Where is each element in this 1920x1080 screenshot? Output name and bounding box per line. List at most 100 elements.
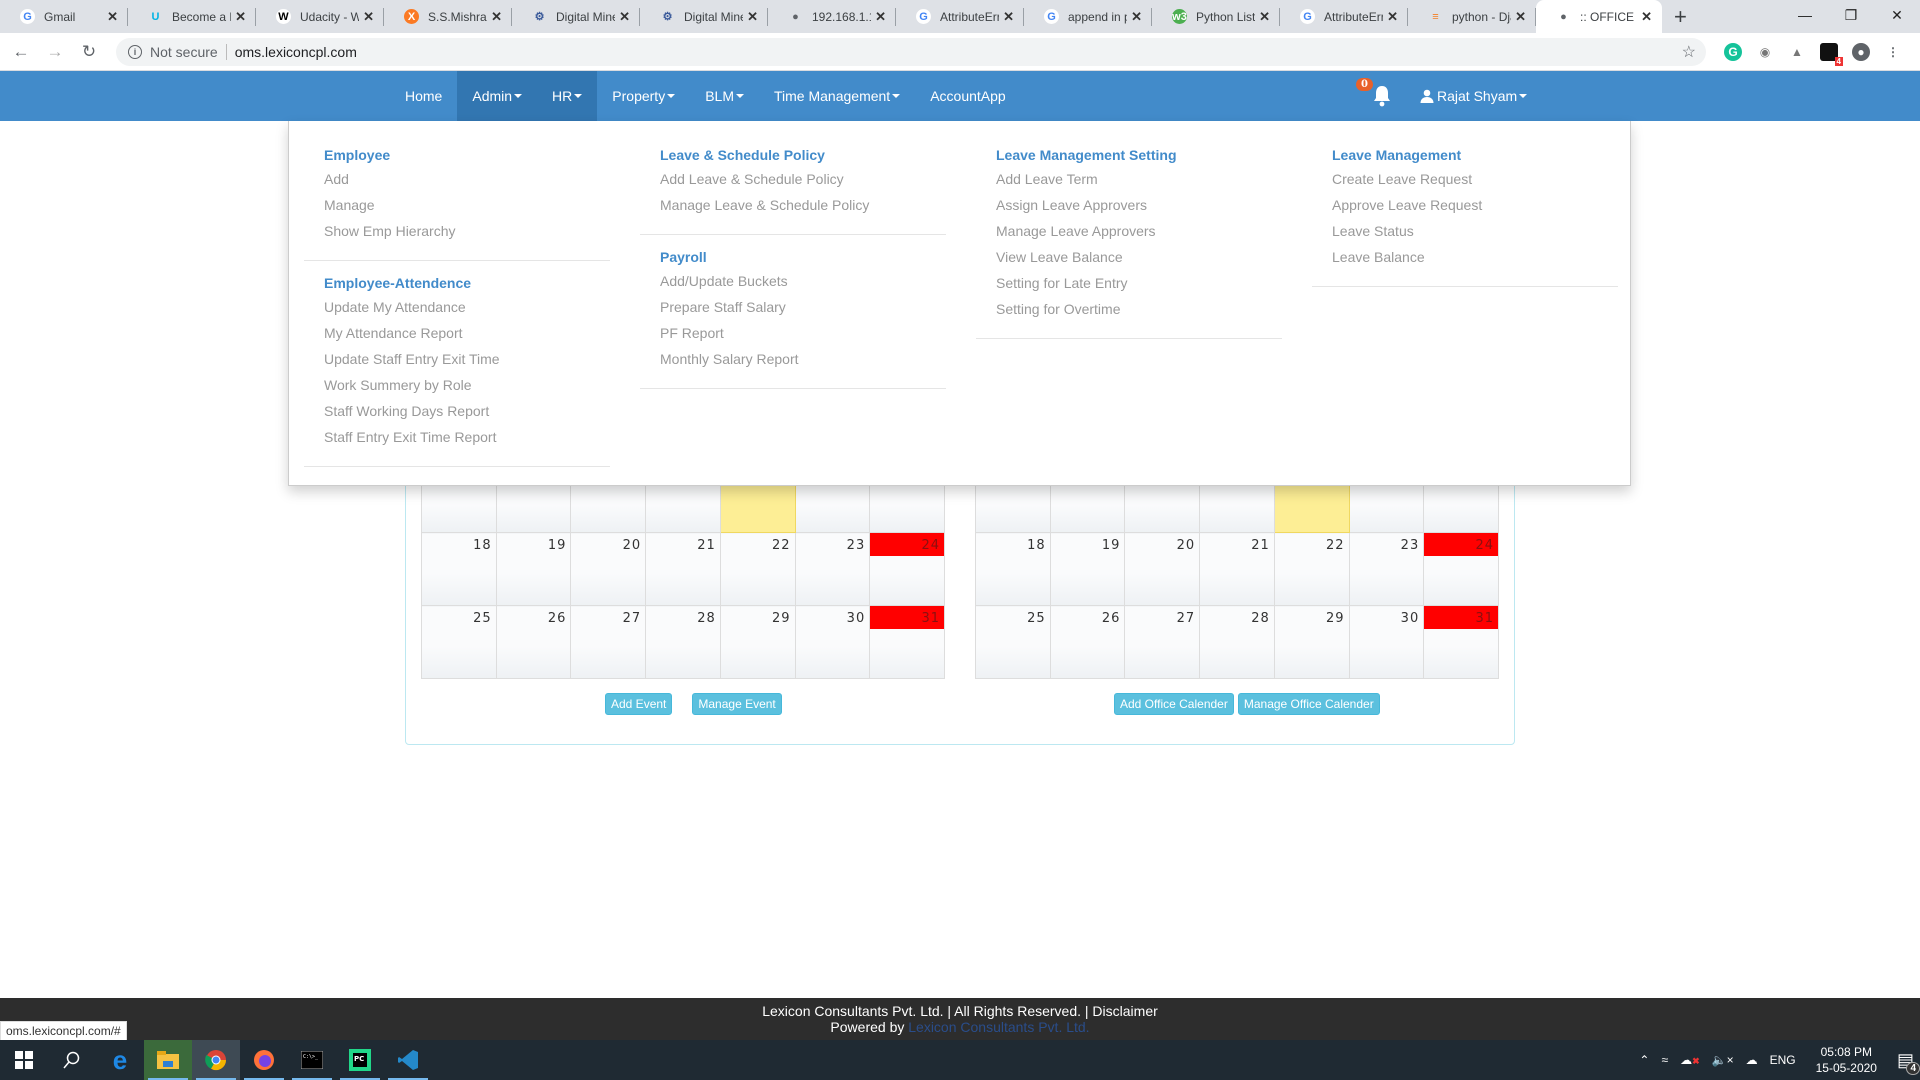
manage-office-calendar-button[interactable]: Manage Office Calender bbox=[1237, 693, 1380, 715]
close-tab-icon[interactable]: ✕ bbox=[1131, 9, 1142, 25]
calendar-day-cell[interactable]: 29 bbox=[1273, 605, 1350, 679]
calendar-day-cell[interactable]: 24 bbox=[869, 532, 945, 606]
menu-item[interactable]: Work Summery by Role bbox=[304, 377, 610, 403]
calendar-day-cell[interactable]: 26 bbox=[495, 605, 572, 679]
browser-tab[interactable]: ●:: OFFICE MA ✕ bbox=[1536, 0, 1662, 33]
calendar-day-cell[interactable]: 31 bbox=[869, 605, 945, 679]
menu-item[interactable]: Staff Working Days Report bbox=[304, 403, 610, 429]
browser-tab[interactable]: ≡ python - Dja ✕ bbox=[1408, 0, 1536, 33]
menu-item[interactable]: Manage bbox=[304, 197, 610, 223]
calendar-day-cell[interactable]: 20 bbox=[1124, 532, 1201, 606]
nav-item-time-management[interactable]: Time Management bbox=[759, 71, 915, 121]
file-explorer-icon[interactable] bbox=[144, 1040, 192, 1080]
menu-item[interactable]: Monthly Salary Report bbox=[640, 351, 946, 377]
menu-item[interactable]: Create Leave Request bbox=[1312, 171, 1618, 197]
menu-item[interactable]: Manage Leave Approvers bbox=[976, 223, 1282, 249]
calendar-day-cell[interactable]: 28 bbox=[645, 605, 721, 679]
camera-icon[interactable]: ◉ bbox=[1756, 43, 1774, 61]
action-center-icon[interactable]: ▤ 4 bbox=[1897, 1050, 1920, 1075]
omnibox[interactable]: i Not secure oms.lexiconcpl.com ☆ bbox=[116, 37, 1706, 66]
user-menu[interactable]: Rajat Shyam bbox=[1420, 71, 1528, 121]
calendar-day-cell[interactable]: 30 bbox=[794, 605, 871, 679]
calendar-day-cell[interactable]: 18 bbox=[975, 532, 1051, 606]
calendar-day-cell[interactable]: 18 bbox=[421, 532, 497, 606]
close-tab-icon[interactable]: ✕ bbox=[747, 9, 758, 25]
calendar-day-cell[interactable]: 29 bbox=[719, 605, 796, 679]
minimize-icon[interactable]: — bbox=[1782, 0, 1828, 30]
nav-item-admin[interactable]: Admin bbox=[457, 71, 538, 121]
close-window-icon[interactable]: ✕ bbox=[1874, 0, 1920, 30]
chrome-icon[interactable] bbox=[192, 1040, 240, 1080]
close-tab-icon[interactable]: ✕ bbox=[875, 9, 886, 25]
menu-item[interactable]: Add Leave Term bbox=[976, 171, 1282, 197]
language-indicator[interactable]: ENG bbox=[1770, 1053, 1796, 1067]
calendar-day-cell[interactable]: 22 bbox=[1273, 532, 1350, 606]
menu-item[interactable]: Approve Leave Request bbox=[1312, 197, 1618, 223]
calendar-day-cell[interactable]: 22 bbox=[719, 532, 796, 606]
browser-tab[interactable]: X S.S.Mishra | ✕ bbox=[384, 0, 512, 33]
url-text[interactable]: oms.lexiconcpl.com bbox=[235, 44, 357, 60]
browser-tab[interactable]: ● 192.168.1.18 ✕ bbox=[768, 0, 896, 33]
calendar-day-cell[interactable]: 26 bbox=[1049, 605, 1126, 679]
browser-tab[interactable]: W Udacity - Wi ✕ bbox=[256, 0, 384, 33]
menu-item[interactable]: Setting for Late Entry bbox=[976, 275, 1282, 301]
calendar-day-cell[interactable]: 23 bbox=[1348, 532, 1425, 606]
calendar-day-cell[interactable]: 20 bbox=[570, 532, 647, 606]
browser-tab[interactable]: ⚙ Digital Mine ✕ bbox=[640, 0, 768, 33]
close-tab-icon[interactable]: ✕ bbox=[1259, 9, 1270, 25]
menu-item[interactable]: Update My Attendance bbox=[304, 299, 610, 325]
nav-item-home[interactable]: Home bbox=[390, 71, 457, 121]
add-event-button[interactable]: Add Event bbox=[605, 693, 673, 715]
info-icon[interactable]: i bbox=[128, 44, 142, 59]
onedrive-icon[interactable]: ☁ bbox=[1746, 1053, 1758, 1067]
vscode-icon[interactable] bbox=[384, 1040, 432, 1080]
browser-tab[interactable]: G AttributeErro✕ bbox=[896, 0, 1024, 33]
pycharm-icon[interactable]: PC bbox=[336, 1040, 384, 1080]
close-tab-icon[interactable]: ✕ bbox=[1641, 9, 1652, 25]
nav-item-property[interactable]: Property bbox=[597, 71, 690, 121]
add-office-calendar-button[interactable]: Add Office Calender bbox=[1114, 693, 1234, 715]
windows-start-icon[interactable] bbox=[0, 1040, 48, 1080]
menu-item[interactable]: Show Emp Hierarchy bbox=[304, 223, 610, 249]
close-tab-icon[interactable]: ✕ bbox=[491, 9, 502, 25]
menu-kebab-icon[interactable]: ⋮ bbox=[1884, 43, 1902, 61]
menu-item[interactable]: Add Leave & Schedule Policy bbox=[640, 171, 946, 197]
browser-tab[interactable]: G AttributeErro✕ bbox=[1280, 0, 1408, 33]
menu-item[interactable]: PF Report bbox=[640, 325, 946, 351]
back-icon[interactable]: ← bbox=[8, 42, 34, 62]
new-tab-icon[interactable]: + bbox=[1674, 0, 1687, 33]
menu-item[interactable]: Add/Update Buckets bbox=[640, 273, 946, 299]
close-tab-icon[interactable]: ✕ bbox=[235, 9, 246, 25]
edge-icon[interactable]: e bbox=[96, 1040, 144, 1080]
close-tab-icon[interactable]: ✕ bbox=[619, 9, 630, 25]
bell-icon[interactable] bbox=[1372, 85, 1392, 107]
close-tab-icon[interactable]: ✕ bbox=[1387, 9, 1398, 25]
menu-item[interactable]: Update Staff Entry Exit Time bbox=[304, 351, 610, 377]
manage-event-button[interactable]: Manage Event bbox=[692, 693, 782, 715]
calendar-day-cell[interactable]: 30 bbox=[1348, 605, 1425, 679]
calendar-day-cell[interactable]: 19 bbox=[495, 532, 572, 606]
calendar-day-cell[interactable]: 28 bbox=[1199, 605, 1275, 679]
browser-tab[interactable]: w3 Python List a✕ bbox=[1152, 0, 1280, 33]
restore-icon[interactable]: ❐ bbox=[1828, 0, 1874, 30]
calendar-day-cell[interactable]: 27 bbox=[1124, 605, 1201, 679]
grammarly-icon[interactable]: G bbox=[1724, 42, 1742, 61]
menu-item[interactable]: My Attendance Report bbox=[304, 325, 610, 351]
menu-item[interactable]: Leave Status bbox=[1312, 223, 1618, 249]
calendar-day-cell[interactable]: 25 bbox=[975, 605, 1051, 679]
wifi-icon[interactable]: ≈ bbox=[1661, 1053, 1668, 1067]
browser-tab[interactable]: Gappend in py ✕ bbox=[1024, 0, 1152, 33]
speaker-muted-icon[interactable]: 🔈× bbox=[1712, 1053, 1734, 1067]
browser-tab[interactable]: G Gmail ✕ bbox=[0, 0, 128, 33]
bookmark-star-icon[interactable]: ☆ bbox=[1682, 42, 1696, 62]
calendar-day-cell[interactable]: 21 bbox=[645, 532, 721, 606]
browser-tab[interactable]: ⚙ Digital Mine ✕ bbox=[512, 0, 640, 33]
close-tab-icon[interactable]: ✕ bbox=[363, 9, 374, 25]
calendar-day-cell[interactable]: 21 bbox=[1199, 532, 1275, 606]
forward-icon[interactable]: → bbox=[42, 42, 68, 62]
menu-item[interactable]: Staff Entry Exit Time Report bbox=[304, 429, 610, 455]
calendar-day-cell[interactable]: 24 bbox=[1423, 532, 1499, 606]
calendar-day-cell[interactable]: 25 bbox=[421, 605, 497, 679]
nav-item-blm[interactable]: BLM bbox=[690, 71, 759, 121]
menu-item[interactable]: Add bbox=[304, 171, 610, 197]
